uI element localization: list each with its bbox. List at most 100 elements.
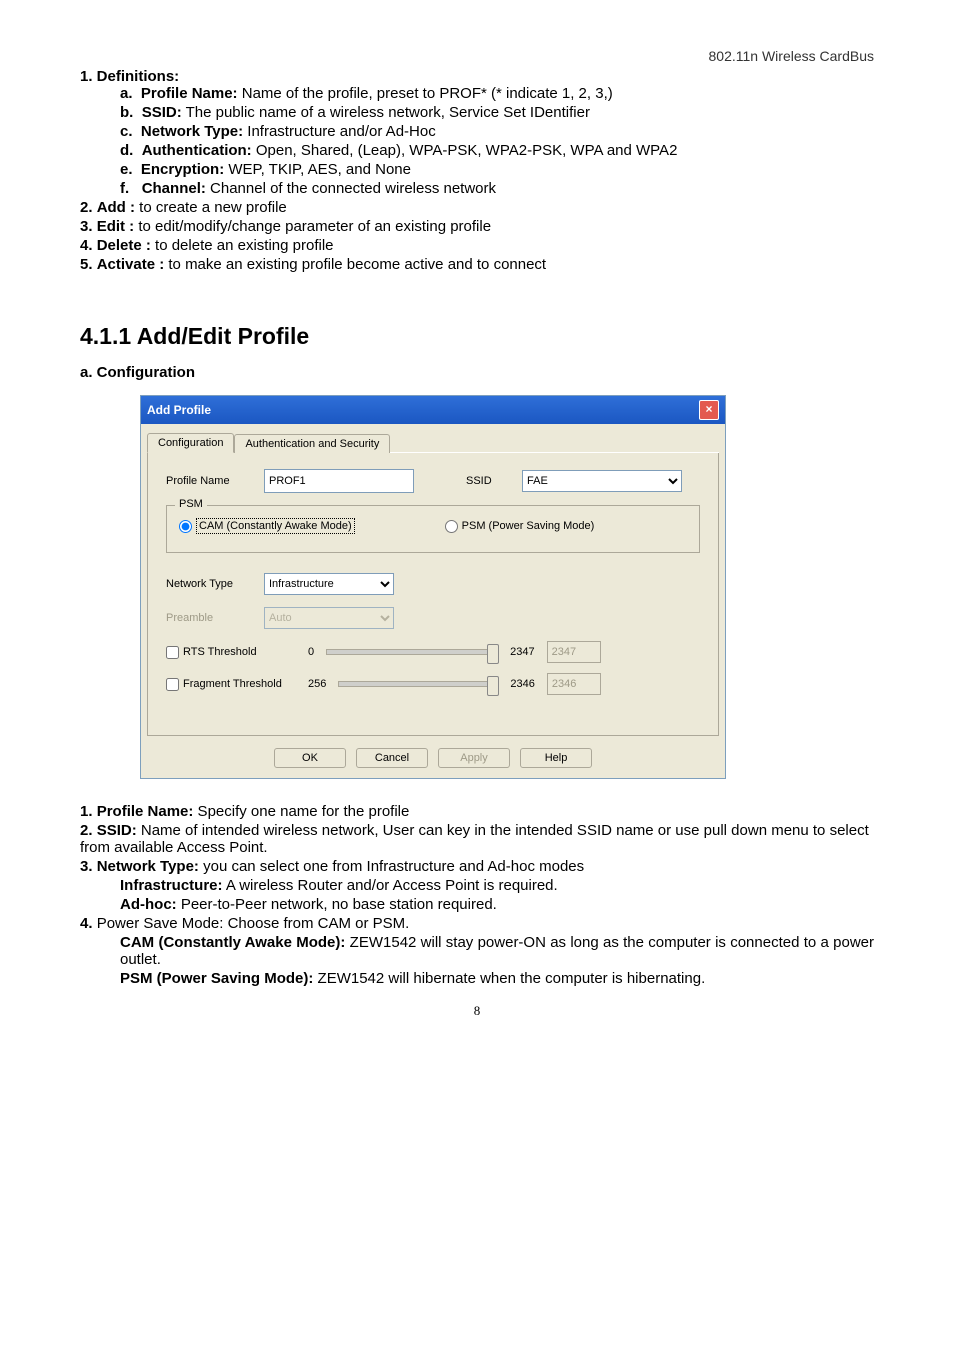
- b2-term: SSID:: [97, 822, 137, 839]
- b1-term: Profile Name:: [97, 803, 194, 820]
- dialog-titlebar: Add Profile ×: [141, 396, 725, 424]
- op-delete-num: 4.: [80, 237, 93, 254]
- close-icon[interactable]: ×: [699, 400, 719, 420]
- rts-checkbox-input[interactable]: [166, 646, 179, 659]
- def-e-term: Encryption:: [141, 161, 224, 178]
- ssid-label: SSID: [466, 475, 516, 487]
- def-a-letter: a.: [120, 85, 133, 102]
- def-c-letter: c.: [120, 123, 133, 140]
- def-d-desc: Open, Shared, (Leap), WPA-PSK, WPA2-PSK,…: [252, 142, 678, 159]
- def-c-term: Network Type:: [141, 123, 243, 140]
- op-add-desc: to create a new profile: [135, 199, 287, 216]
- b2-num: 2.: [80, 822, 93, 839]
- psm-legend: PSM: [175, 498, 207, 510]
- def-a-desc: Name of the profile, preset to PROF* (* …: [238, 85, 613, 102]
- op-edit-term: Edit :: [97, 218, 135, 235]
- def-b-letter: b.: [120, 104, 133, 121]
- b4-num: 4.: [80, 915, 93, 932]
- def-f-term: Channel:: [142, 180, 206, 197]
- preamble-select: Auto: [264, 607, 394, 629]
- page-number: 8: [80, 1003, 874, 1019]
- ssid-select[interactable]: FAE: [522, 470, 682, 492]
- psm-fieldset: PSM CAM (Constantly Awake Mode) PSM (Pow…: [166, 505, 700, 553]
- def-d-term: Authentication:: [142, 142, 252, 159]
- frag-slider-thumb[interactable]: [487, 676, 499, 696]
- b3a-term: Infrastructure:: [120, 877, 223, 894]
- rts-max: 2347: [510, 646, 534, 658]
- section-subtitle: a. Configuration: [80, 364, 874, 381]
- definitions-sublist: a. Profile Name: Name of the profile, pr…: [80, 85, 874, 197]
- def-f-letter: f.: [120, 180, 129, 197]
- op-add-term: Add :: [97, 199, 135, 216]
- psm-radio[interactable]: PSM (Power Saving Mode): [445, 518, 595, 534]
- definitions-heading: 1. Definitions:: [80, 68, 179, 85]
- def-f-desc: Channel of the connected wireless networ…: [206, 180, 496, 197]
- frag-label: Fragment Threshold: [183, 678, 282, 690]
- cam-radio-input[interactable]: [179, 520, 192, 533]
- cam-radio-label: CAM (Constantly Awake Mode): [196, 518, 355, 534]
- rts-value-box: [547, 641, 601, 663]
- op-add-num: 2.: [80, 199, 93, 216]
- profile-name-input[interactable]: [264, 469, 414, 493]
- profile-name-label: Profile Name: [166, 475, 258, 487]
- def-c-desc: Infrastructure and/or Ad-Hoc: [243, 123, 436, 140]
- op-edit-desc: to edit/modify/change parameter of an ex…: [134, 218, 491, 235]
- frag-min: 256: [308, 678, 326, 690]
- ok-button[interactable]: OK: [274, 748, 346, 768]
- op-activate-num: 5.: [80, 256, 93, 273]
- config-panel: Profile Name SSID FAE PSM CAM (Constantl…: [147, 453, 719, 736]
- def-e-desc: WEP, TKIP, AES, and None: [224, 161, 411, 178]
- header-product: 802.11n Wireless CardBus: [80, 48, 874, 64]
- dialog-buttons: OK Cancel Apply Help: [141, 742, 725, 778]
- rts-slider-thumb[interactable]: [487, 644, 499, 664]
- b4b-desc: ZEW1542 will hibernate when the computer…: [313, 970, 705, 987]
- add-profile-dialog: Add Profile × Configuration Authenticati…: [140, 395, 726, 779]
- op-edit-num: 3.: [80, 218, 93, 235]
- section-title: 4.1.1 Add/Edit Profile: [80, 323, 874, 350]
- dialog-title: Add Profile: [147, 403, 211, 417]
- psm-radio-label: PSM (Power Saving Mode): [462, 520, 595, 532]
- def-e-letter: e.: [120, 161, 133, 178]
- frag-value-box: [547, 673, 601, 695]
- definitions-list: 1. Definitions: a. Profile Name: Name of…: [80, 68, 874, 273]
- op-activate-desc: to make an existing profile become activ…: [164, 256, 546, 273]
- b2-desc: Name of intended wireless network, User …: [80, 822, 869, 856]
- rts-label: RTS Threshold: [183, 646, 257, 658]
- rts-slider[interactable]: [326, 649, 498, 655]
- def-d-letter: d.: [120, 142, 133, 159]
- def-a-term: Profile Name:: [141, 85, 238, 102]
- cancel-button[interactable]: Cancel: [356, 748, 428, 768]
- rts-checkbox[interactable]: RTS Threshold: [166, 646, 296, 659]
- network-type-select[interactable]: Infrastructure: [264, 573, 394, 595]
- network-type-label: Network Type: [166, 578, 258, 590]
- b3b-term: Ad-hoc:: [120, 896, 177, 913]
- b3a-desc: A wireless Router and/or Access Point is…: [223, 877, 558, 894]
- b4-desc: Power Save Mode: Choose from CAM or PSM.: [97, 915, 410, 932]
- op-activate-term: Activate :: [97, 256, 165, 273]
- op-delete-desc: to delete an existing profile: [151, 237, 334, 254]
- b4b-term: PSM (Power Saving Mode):: [120, 970, 313, 987]
- tab-row: Configuration Authentication and Securit…: [147, 424, 719, 453]
- frag-checkbox-input[interactable]: [166, 678, 179, 691]
- frag-slider[interactable]: [338, 681, 498, 687]
- rts-min: 0: [308, 646, 314, 658]
- b3b-desc: Peer-to-Peer network, no base station re…: [177, 896, 497, 913]
- body-list: 1. Profile Name: Specify one name for th…: [80, 803, 874, 987]
- psm-radio-input[interactable]: [445, 520, 458, 533]
- tab-auth-security[interactable]: Authentication and Security: [234, 434, 390, 453]
- help-button[interactable]: Help: [520, 748, 592, 768]
- b1-num: 1.: [80, 803, 93, 820]
- b3-desc: you can select one from Infrastructure a…: [199, 858, 584, 875]
- b1-desc: Specify one name for the profile: [193, 803, 409, 820]
- frag-checkbox[interactable]: Fragment Threshold: [166, 678, 296, 691]
- b3-num: 3.: [80, 858, 93, 875]
- cam-radio[interactable]: CAM (Constantly Awake Mode): [179, 518, 355, 534]
- def-b-desc: The public name of a wireless network, S…: [182, 104, 590, 121]
- op-delete-term: Delete :: [97, 237, 151, 254]
- b4a-term: CAM (Constantly Awake Mode):: [120, 934, 345, 951]
- tab-configuration[interactable]: Configuration: [147, 433, 234, 453]
- apply-button[interactable]: Apply: [438, 748, 510, 768]
- preamble-label: Preamble: [166, 612, 258, 624]
- b3-term: Network Type:: [97, 858, 199, 875]
- frag-max: 2346: [510, 678, 534, 690]
